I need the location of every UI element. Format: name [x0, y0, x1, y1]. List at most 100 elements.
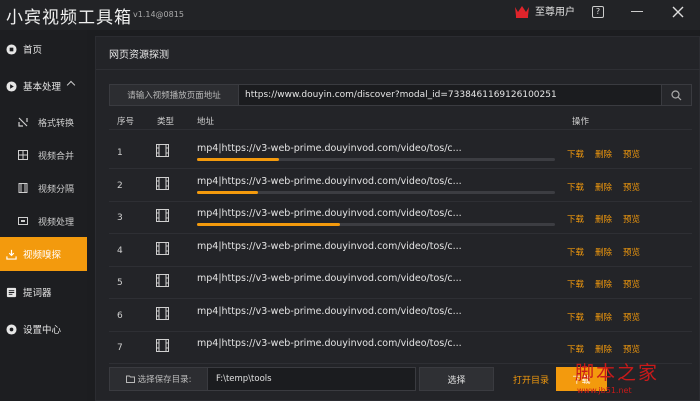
col-header-actions: 操作 — [572, 117, 590, 127]
delete-link[interactable]: 删除 — [595, 246, 612, 258]
col-header-type: 类型 — [157, 117, 175, 127]
row-url: mp4|https://v3-web-prime.douyinvod.com/v… — [197, 175, 462, 187]
sidebar-item-label: 视频处理 — [38, 217, 75, 228]
sidebar-item-label: 基本处理 — [23, 82, 62, 93]
col-header-index: 序号 — [117, 117, 135, 127]
table-row: 6 mp4|https://v3-web-prime.douyinvod.com/… — [109, 300, 692, 332]
delete-link[interactable]: 删除 — [595, 148, 612, 160]
progress-fill — [197, 223, 341, 226]
progress-fill — [197, 190, 258, 194]
video-icon — [6, 80, 17, 92]
download-link[interactable]: 下载 — [567, 343, 584, 355]
choose-dir-button[interactable]: 选择 — [419, 367, 494, 391]
film-icon — [156, 144, 169, 157]
delete-link[interactable]: 删除 — [595, 181, 612, 193]
url-bar: 请输入视频播放页面地址 — [109, 84, 692, 106]
delete-link[interactable]: 删除 — [595, 213, 612, 225]
download-link[interactable]: 下载 — [567, 148, 584, 160]
preview-link[interactable]: 预览 — [623, 246, 640, 258]
app-title: 小宾视频工具箱 — [6, 8, 132, 28]
search-button[interactable] — [661, 85, 691, 105]
sidebar-item-label: 首页 — [23, 45, 43, 56]
sidebar-item-format[interactable]: 格式转换 — [0, 105, 87, 139]
table-row: 2 mp4|https://v3-web-prime.douyinvod.com/… — [109, 170, 692, 202]
film-icon — [156, 176, 169, 190]
sidebar-item-home[interactable]: 首页 — [0, 32, 87, 66]
sidebar-item-process[interactable]: 视频处理 — [0, 204, 87, 238]
page-title: 网页资源探测 — [109, 50, 169, 61]
film-icon — [156, 306, 169, 320]
download-link[interactable]: 下载 — [567, 246, 584, 258]
save-dir-path[interactable]: F:\temp\tools — [208, 367, 416, 391]
row-index: 6 — [117, 310, 123, 321]
delete-link[interactable]: 删除 — [595, 311, 612, 323]
open-dir-button[interactable]: 打开目录 — [508, 367, 554, 391]
divider — [96, 69, 700, 70]
sidebar-item-label: 视频分隔 — [38, 184, 75, 195]
row-index: 3 — [117, 213, 123, 223]
row-index: 1 — [117, 148, 123, 158]
minimize-button[interactable] — [631, 11, 643, 12]
delete-link[interactable]: 删除 — [595, 278, 612, 290]
vip-user[interactable]: 至尊用户 — [514, 3, 575, 18]
sidebar-item-merge[interactable]: 视频合并 — [0, 138, 87, 172]
process-icon — [18, 217, 28, 225]
sidebar-item-split[interactable]: 视频分隔 — [0, 171, 87, 205]
preview-link[interactable]: 预览 — [623, 278, 640, 290]
chevron-up-icon — [66, 80, 76, 90]
film-icon — [156, 274, 169, 287]
url-input[interactable] — [239, 85, 661, 105]
sidebar-item-basic[interactable]: 基本处理 — [0, 69, 87, 103]
title-bar: 小宾视频工具箱 v1.14@0815 至尊用户 ? — [0, 0, 700, 30]
sidebar-item-sniff[interactable]: 视频嗅探 — [0, 237, 87, 271]
save-dir-label-text: 选择保存目录: — [137, 375, 192, 385]
row-url: mp4|https://v3-web-prime.douyinvod.com/v… — [197, 143, 462, 154]
row-index: 4 — [117, 245, 123, 256]
url-label: 请输入视频播放页面地址 — [110, 85, 239, 105]
progress-fill — [197, 158, 280, 161]
download-progress — [197, 190, 555, 194]
gear-icon — [6, 323, 17, 335]
film-icon — [156, 209, 169, 222]
download-progress — [197, 223, 555, 226]
row-url: mp4|https://v3-web-prime.douyinvod.com/v… — [197, 273, 462, 284]
table-row: 3 mp4|https://v3-web-prime.douyinvod.com/… — [109, 202, 692, 234]
close-icon[interactable] — [672, 6, 684, 18]
download-link[interactable]: 下载 — [567, 278, 584, 290]
row-url: mp4|https://v3-web-prime.douyinvod.com/v… — [197, 208, 462, 219]
film-icon — [156, 241, 169, 255]
download-link[interactable]: 下载 — [567, 181, 584, 193]
row-url: mp4|https://v3-web-prime.douyinvod.com/v… — [197, 305, 462, 317]
sidebar-item-settings[interactable]: 设置中心 — [0, 312, 87, 346]
sidebar-item-label: 设置中心 — [23, 325, 62, 336]
divider — [109, 129, 692, 130]
film-icon — [156, 339, 169, 352]
crown-icon — [515, 5, 529, 18]
save-dir-label: 选择保存目录: — [109, 367, 208, 391]
table-row: 1 mp4|https://v3-web-prime.douyinvod.com/… — [109, 137, 692, 169]
sidebar-item-label: 视频嗅探 — [23, 250, 62, 261]
search-icon — [671, 89, 682, 100]
delete-link[interactable]: 删除 — [595, 343, 612, 355]
row-index: 7 — [117, 343, 123, 353]
sidebar-item-label: 格式转换 — [38, 118, 75, 129]
download-link[interactable]: 下载 — [567, 213, 584, 225]
preview-link[interactable]: 预览 — [623, 311, 640, 323]
sidebar-item-prompter[interactable]: 提词器 — [0, 275, 87, 309]
prompter-icon — [6, 287, 17, 297]
sidebar-item-label: 视频合并 — [38, 151, 75, 162]
main-panel: 网页资源探测 请输入视频播放页面地址 序号 类型 地址 操作 1 mp4|http… — [95, 36, 700, 401]
watermark: 脚本之家 www.jb51.net — [575, 358, 695, 398]
download-link[interactable]: 下载 — [567, 311, 584, 323]
convert-icon — [18, 117, 28, 127]
row-index: 2 — [117, 180, 123, 191]
preview-link[interactable]: 预览 — [623, 343, 640, 355]
watermark-title: 脚本之家 — [575, 362, 660, 384]
help-button[interactable]: ? — [592, 6, 604, 18]
table-row: 4 mp4|https://v3-web-prime.douyinvod.com/… — [109, 235, 692, 267]
vip-label: 至尊用户 — [535, 7, 575, 18]
preview-link[interactable]: 预览 — [623, 181, 640, 193]
preview-link[interactable]: 预览 — [623, 213, 640, 225]
watermark-url: www.jb51.net — [577, 386, 632, 395]
preview-link[interactable]: 预览 — [623, 148, 640, 160]
